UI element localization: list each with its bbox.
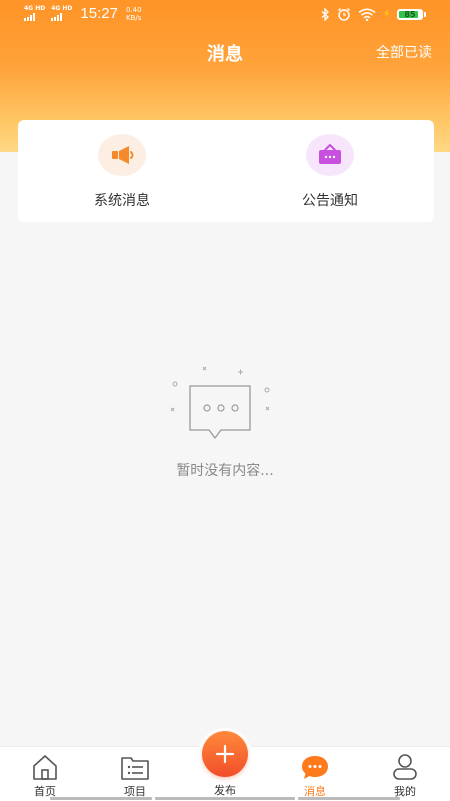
announcements-entry[interactable]: 公告通知 [226,120,434,222]
message-category-card: 系统消息 公告通知 [18,120,434,222]
sim2-label: 4G HD [51,5,73,12]
tab-home[interactable]: 首页 [0,747,90,801]
system-messages-entry[interactable]: 系统消息 [18,120,226,222]
battery-tip [424,11,426,17]
alarm-icon [337,8,350,21]
mark-all-read-button[interactable]: 全部已读 [376,42,432,62]
tab-profile[interactable]: 我的 [360,747,450,801]
bluetooth-icon [321,7,329,21]
network-speed: 0.40 KB/s [126,6,142,22]
battery-level: 85 [404,9,416,19]
tab-publish-label: 发布 [214,784,236,797]
system-messages-label: 系统消息 [94,193,150,209]
speed-unit: KB/s [125,13,142,22]
publish-button[interactable] [202,731,248,777]
battery-icon: 85 [397,8,423,20]
status-bar: 4G HD 4G HD 15:27 0.40 KB/s ⚡ 85 [0,0,450,30]
speed-value: 0.40 [125,5,142,14]
wifi-icon [358,8,376,21]
notice-board-icon [306,134,354,176]
user-icon [393,754,417,780]
folder-list-icon [121,757,149,780]
clock: 15:27 [80,5,118,22]
plus-icon [215,744,235,764]
signal-sim1-icon: 4G HD [24,6,45,21]
announcements-label: 公告通知 [302,193,358,209]
empty-state-text: 暂时没有内容... [176,463,274,479]
charging-icon: ⚡ [382,8,390,20]
tab-messages[interactable]: 消息 [270,747,360,801]
sim1-label: 4G HD [24,5,46,12]
megaphone-icon [98,134,146,176]
tab-projects[interactable]: 项目 [90,747,180,801]
signal-sim2-icon: 4G HD [51,6,72,21]
empty-message-icon [170,366,270,439]
empty-state [0,362,450,456]
chat-bubble-icon [302,756,328,779]
home-icon [33,755,57,780]
